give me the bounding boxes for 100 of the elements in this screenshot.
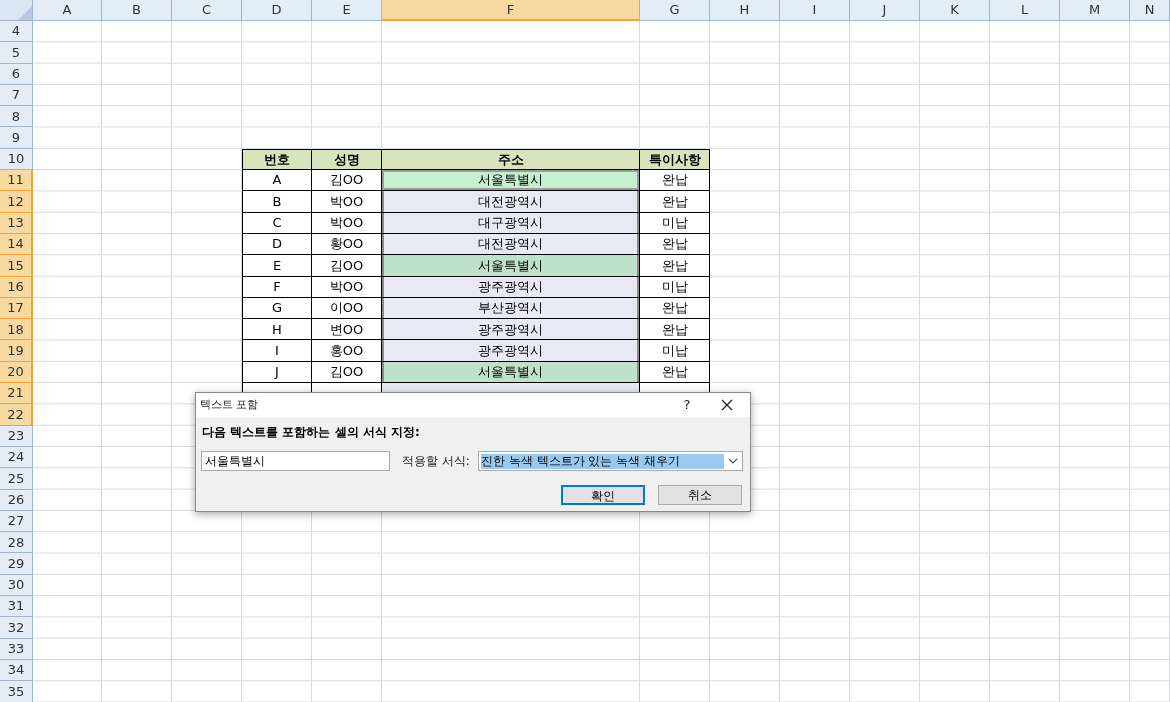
table-cell: 완납	[640, 191, 710, 213]
row-header[interactable]: 18	[0, 319, 33, 341]
row-header[interactable]: 29	[0, 553, 33, 575]
table-cell: E	[242, 255, 312, 277]
row-header[interactable]: 8	[0, 106, 33, 128]
column-header[interactable]: A	[33, 0, 102, 21]
column-header[interactable]: I	[780, 0, 850, 21]
table-cell: 박OO	[312, 191, 382, 213]
row-header[interactable]: 9	[0, 127, 33, 149]
column-header[interactable]: J	[850, 0, 920, 21]
table-cell: 완납	[640, 233, 710, 256]
table-cell: 완납	[640, 255, 710, 277]
table-cell: 대구광역시	[382, 212, 640, 234]
column-header[interactable]: E	[312, 0, 382, 21]
table-cell: 광주광역시	[382, 276, 640, 298]
table-header-cell: 성명	[312, 148, 382, 171]
table-header-cell: 번호	[242, 148, 312, 171]
table-cell: 서울특별시	[382, 170, 640, 192]
table-cell: 변OO	[312, 319, 382, 341]
row-header[interactable]: 19	[0, 340, 33, 362]
table-cell: 황OO	[312, 233, 382, 256]
row-header[interactable]: 4	[0, 21, 33, 43]
row-header[interactable]: 23	[0, 425, 33, 447]
table-cell: 완납	[640, 319, 710, 341]
table-cell: 광주광역시	[382, 319, 640, 341]
row-header[interactable]: 17	[0, 297, 33, 320]
row-header[interactable]: 10	[0, 148, 33, 171]
table-cell: I	[242, 340, 312, 362]
column-header[interactable]: B	[102, 0, 172, 21]
row-header[interactable]: 28	[0, 532, 33, 554]
table-cell: 김OO	[312, 361, 382, 384]
close-icon	[721, 399, 733, 411]
table-cell: H	[242, 319, 312, 341]
row-header[interactable]: 7	[0, 84, 33, 107]
column-header[interactable]: C	[172, 0, 242, 21]
row-header[interactable]: 24	[0, 446, 33, 469]
table-cell: 대전광역시	[382, 191, 640, 213]
table-cell: 박OO	[312, 212, 382, 234]
table-cell: 이OO	[312, 297, 382, 320]
table-cell: 부산광역시	[382, 297, 640, 320]
table-cell: 미납	[640, 340, 710, 362]
row-header[interactable]: 30	[0, 574, 33, 596]
text-input-field[interactable]: 서울특별시	[201, 451, 390, 471]
chevron-down-icon	[728, 458, 738, 464]
table-cell: 완납	[640, 170, 710, 192]
column-header[interactable]: K	[920, 0, 990, 21]
table-cell: B	[242, 191, 312, 213]
row-header[interactable]: 5	[0, 42, 33, 64]
column-header[interactable]: H	[710, 0, 780, 21]
table-cell: 서울특별시	[382, 255, 640, 277]
row-header[interactable]: 11	[0, 170, 33, 192]
row-header[interactable]: 34	[0, 659, 33, 682]
corner-triangle-icon	[18, 6, 32, 20]
column-header[interactable]: D	[242, 0, 312, 21]
dialog-title: 텍스트 포함	[200, 396, 259, 413]
row-header[interactable]: 35	[0, 681, 33, 702]
column-header[interactable]: G	[640, 0, 710, 21]
format-value: 진한 녹색 텍스트가 있는 녹색 채우기	[481, 453, 724, 469]
table-cell: 서울특별시	[382, 361, 640, 384]
table-cell: 미납	[640, 212, 710, 234]
row-header[interactable]: 22	[0, 404, 33, 426]
row-header[interactable]: 31	[0, 596, 33, 618]
column-header[interactable]: N	[1130, 0, 1170, 21]
ok-button[interactable]: 확인	[561, 485, 645, 505]
column-header[interactable]: M	[1060, 0, 1130, 21]
format-dropdown[interactable]: 진한 녹색 텍스트가 있는 녹색 채우기	[478, 451, 743, 471]
select-all-button[interactable]	[0, 0, 33, 21]
row-header[interactable]: 25	[0, 468, 33, 490]
cancel-button[interactable]: 취소	[658, 485, 742, 505]
row-header[interactable]: 26	[0, 489, 33, 511]
row-header[interactable]: 14	[0, 233, 33, 256]
table-cell: 미납	[640, 276, 710, 298]
row-header[interactable]: 6	[0, 63, 33, 85]
row-header[interactable]: 16	[0, 276, 33, 298]
table-cell: D	[242, 233, 312, 256]
table-cell: 광주광역시	[382, 340, 640, 362]
column-header[interactable]: F	[382, 0, 640, 21]
table-cell: 대전광역시	[382, 233, 640, 256]
table-header-cell: 특이사항	[640, 148, 710, 171]
row-header[interactable]: 13	[0, 212, 33, 234]
table-cell: A	[242, 170, 312, 192]
table-cell: F	[242, 276, 312, 298]
table-cell: 김OO	[312, 255, 382, 277]
table-cell: 완납	[640, 361, 710, 384]
table-cell: 김OO	[312, 170, 382, 192]
table-cell: 완납	[640, 297, 710, 320]
row-header[interactable]: 20	[0, 361, 33, 384]
column-header[interactable]: L	[990, 0, 1060, 21]
table-cell: J	[242, 361, 312, 384]
row-header[interactable]: 15	[0, 255, 33, 277]
help-button[interactable]: ?	[670, 393, 704, 417]
table-cell: C	[242, 212, 312, 234]
row-header[interactable]: 21	[0, 383, 33, 405]
format-label: 적용할 서식:	[402, 453, 471, 470]
row-header[interactable]: 32	[0, 617, 33, 639]
table-header-cell: 주소	[382, 148, 640, 171]
dialog-prompt: 다음 텍스트를 포함하는 셀의 서식 지정:	[202, 424, 421, 441]
row-header[interactable]: 12	[0, 191, 33, 213]
row-header[interactable]: 33	[0, 638, 33, 660]
row-header[interactable]: 27	[0, 510, 33, 533]
